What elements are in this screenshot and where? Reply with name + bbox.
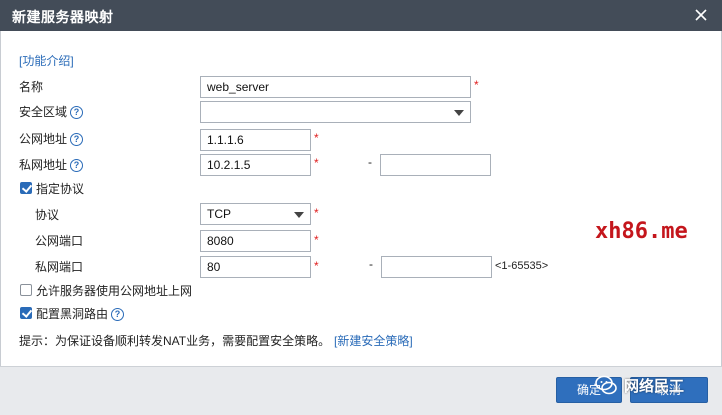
required-mark: * [314,156,319,170]
name-label: 名称 [19,80,44,94]
required-mark: * [314,206,319,220]
public-ip-label: 公网地址? [19,130,84,147]
blackhole-route-label-text: 配置黑洞路由 [36,307,109,321]
hint-text: 提示：为保证设备顺利转发NAT业务，需要配置安全策略。 [19,334,331,348]
specify-protocol-label: 指定协议 [36,182,85,196]
port-range-hint: <1-65535> [495,260,549,272]
zone-select[interactable] [200,101,471,123]
public-ip-input[interactable] [200,129,311,151]
protocol-label: 协议 [35,208,60,222]
dialog-title: 新建服务器映射 [12,9,114,25]
range-separator: - [368,155,372,169]
blackhole-route-label: 配置黑洞路由? [36,305,125,322]
badge-watermark: 网络民工 [594,371,684,399]
range-separator: - [369,257,373,271]
feature-intro-link[interactable]: [功能介绍] [19,52,74,69]
specify-protocol-checkbox[interactable] [20,182,32,194]
help-icon[interactable]: ? [70,106,84,120]
public-port-input[interactable] [200,230,311,252]
zone-label: 安全区域? [19,103,84,120]
new-security-policy-link[interactable]: [新建安全策略] [334,332,413,349]
blackhole-route-checkbox[interactable] [20,307,32,319]
help-icon[interactable]: ? [111,308,125,322]
required-mark: * [314,233,319,247]
close-icon[interactable] [692,6,710,24]
public-port-label: 公网端口 [35,234,84,248]
chat-logo-icon [594,373,618,397]
dialog-body: [功能介绍] 名称 * 安全区域? 公网地址? * 私网地址? * - 指定协议… [0,31,722,366]
protocol-select-value: TCP [207,207,231,221]
private-port-label: 私网端口 [35,260,84,274]
help-icon[interactable]: ? [70,133,84,147]
private-ip-end-input[interactable] [380,154,491,176]
badge-watermark-text: 网络民工 [624,377,685,395]
private-port-end-input[interactable] [381,256,492,278]
allow-server-internet-label: 允许服务器使用公网地址上网 [36,284,193,298]
public-ip-label-text: 公网地址 [19,132,68,146]
chevron-down-icon [454,110,464,116]
site-watermark: xh86.me [595,219,688,244]
private-ip-label: 私网地址? [19,156,84,173]
protocol-select[interactable]: TCP [200,203,311,225]
required-mark: * [474,78,479,92]
help-icon[interactable]: ? [70,159,84,173]
private-port-start-input[interactable] [200,256,311,278]
chevron-down-icon [294,212,304,218]
required-mark: * [314,259,319,273]
dialog-titlebar: 新建服务器映射 [0,0,722,31]
allow-server-internet-checkbox[interactable] [20,284,32,296]
private-ip-label-text: 私网地址 [19,158,68,172]
required-mark: * [314,131,319,145]
name-input[interactable] [200,76,471,98]
zone-label-text: 安全区域 [19,105,68,119]
private-ip-start-input[interactable] [200,154,311,176]
